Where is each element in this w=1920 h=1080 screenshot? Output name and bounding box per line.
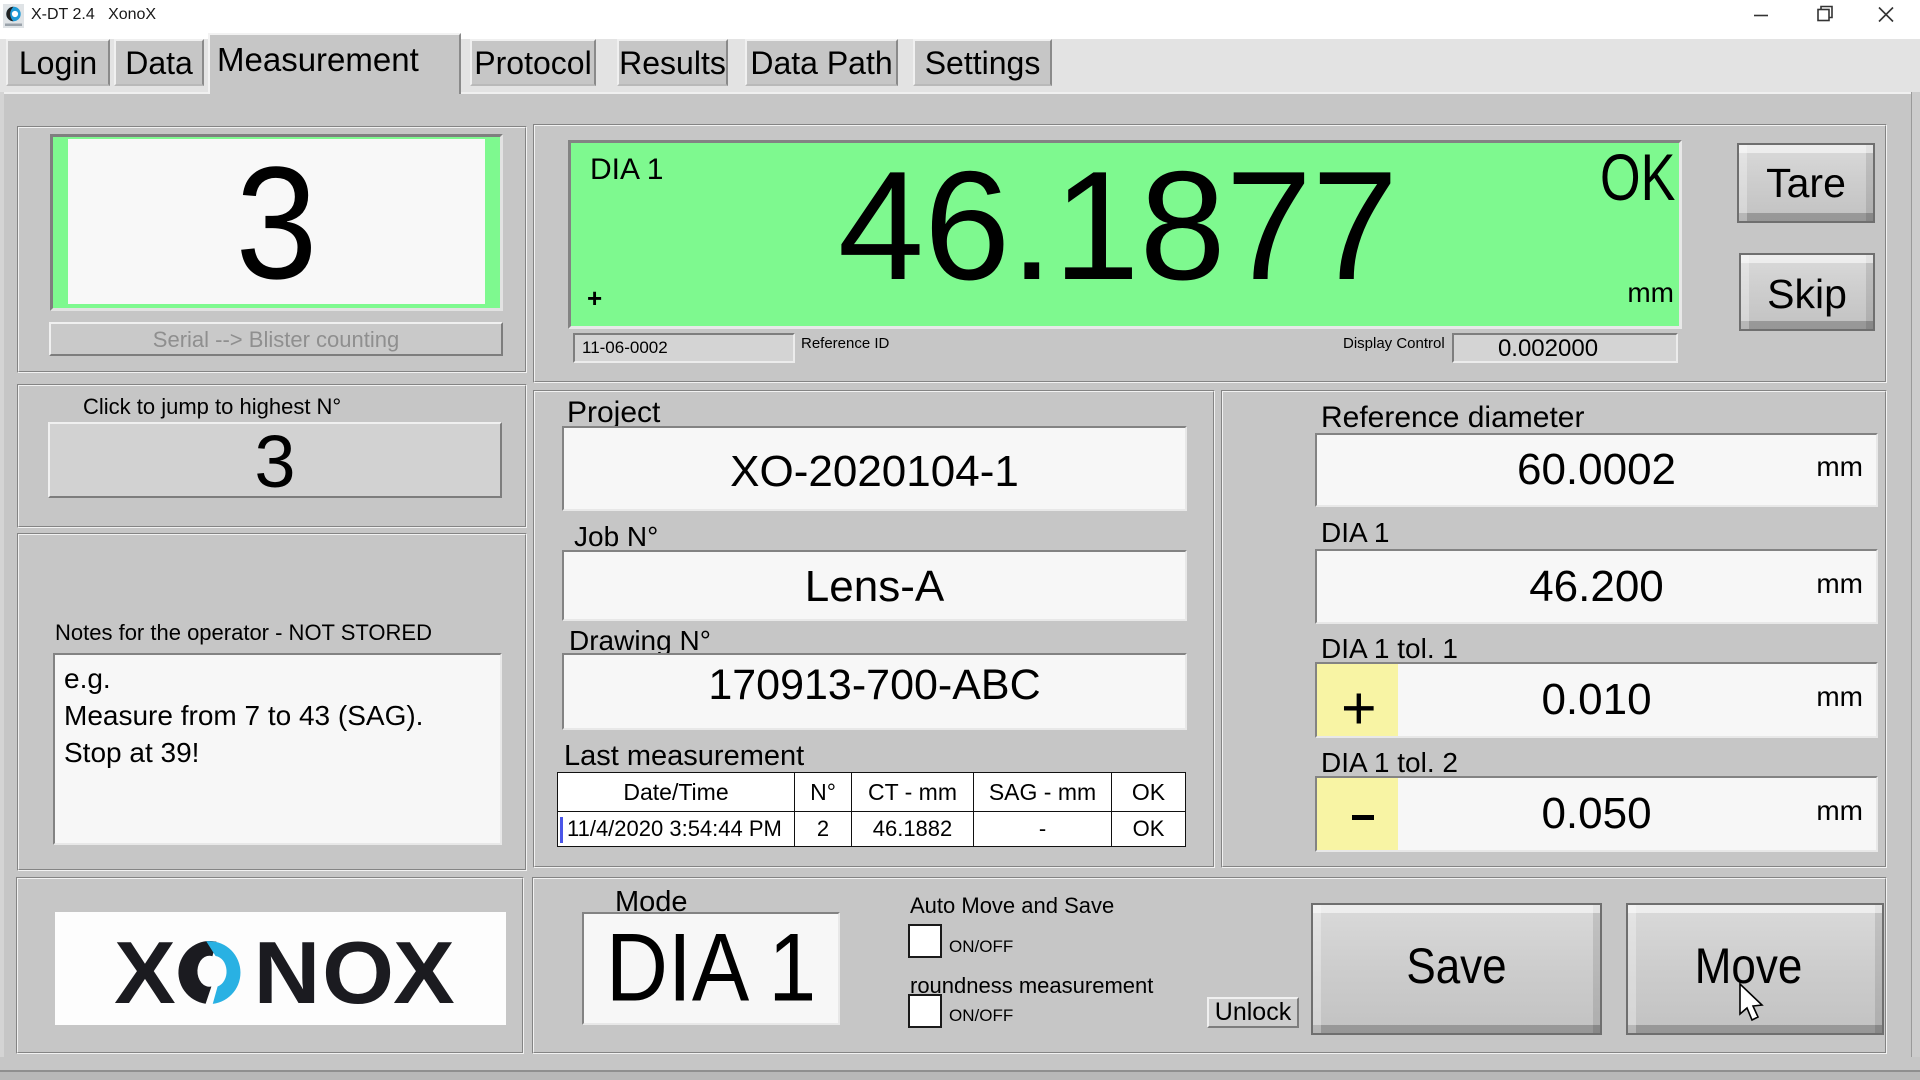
svg-text:N: N bbox=[254, 924, 321, 1023]
svg-text:O: O bbox=[322, 924, 394, 1023]
svg-text:X: X bbox=[393, 924, 455, 1023]
svg-text:X: X bbox=[114, 924, 176, 1023]
